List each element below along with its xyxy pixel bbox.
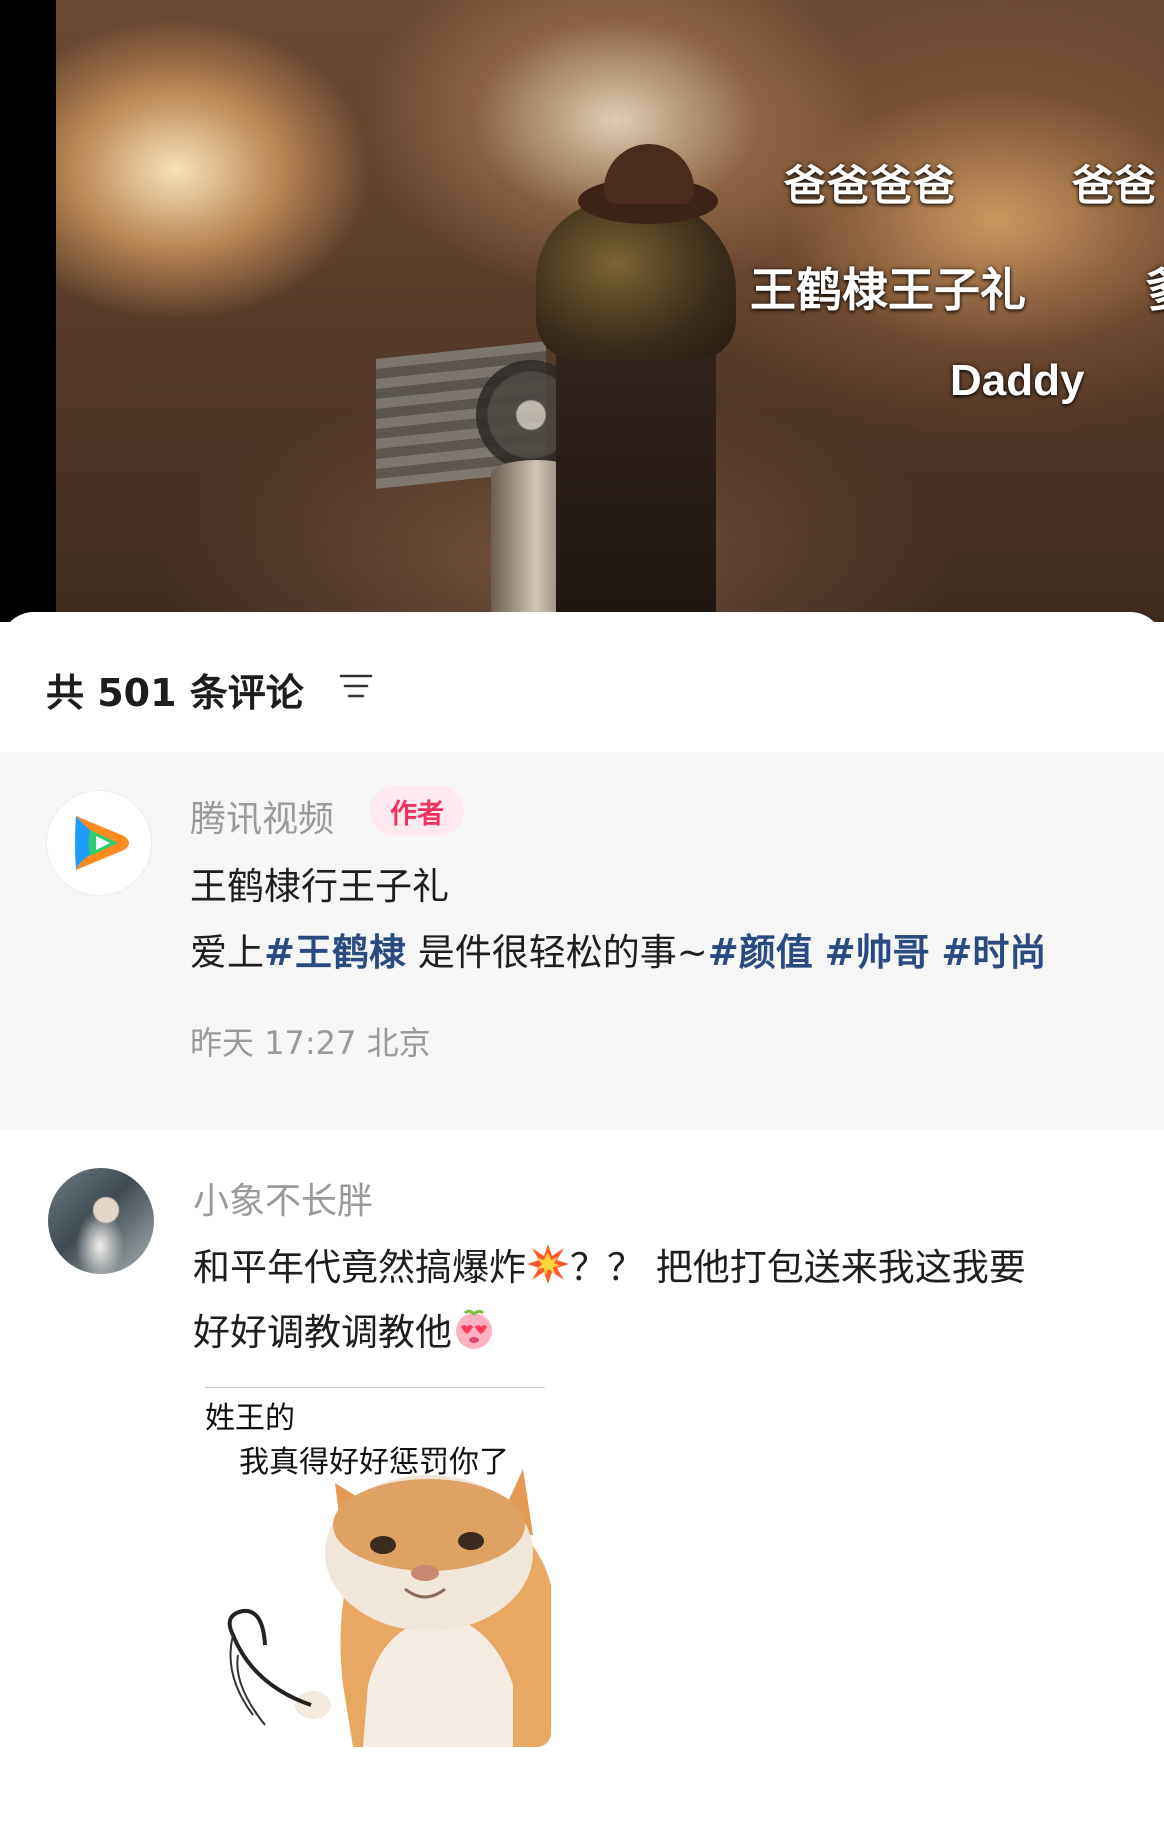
collision-emoji-icon xyxy=(527,1244,569,1284)
pinned-comment[interactable]: 腾讯视频 作者 王鹤棣行王子礼 爱上#王鹤棣 是件很轻松的事~#颜值 #帅哥 #… xyxy=(0,752,1164,1130)
comment-text: 好好调教调教他 xyxy=(193,1302,496,1356)
filter-icon[interactable] xyxy=(338,670,374,702)
comment-text: 爱上#王鹤棣 是件很轻松的事~#颜值 #帅哥 #时尚 xyxy=(190,922,1046,976)
cat-illustration-icon xyxy=(227,1469,551,1747)
comment-text-segment: ？？ 把他打包送来我这我要 xyxy=(570,1246,1026,1289)
comment-text: 王鹤棣行王子礼 xyxy=(190,865,449,908)
tencent-video-logo-icon xyxy=(75,816,129,870)
danmaku-text: 爸爸 xyxy=(1072,161,1157,210)
comment-text-segment: 好好调教调教他 xyxy=(193,1311,452,1354)
heart-eyes-emoji-icon xyxy=(456,1309,492,1349)
comment-time: 昨天 17:27 xyxy=(190,1024,357,1062)
hashtag-link[interactable]: #颜值 xyxy=(708,931,813,974)
comment-count: 共 501 条评论 xyxy=(46,671,304,715)
comment-text-segment: 爱上 xyxy=(190,931,264,974)
meme-image[interactable]: 姓王的 我真得好好惩罚你了 xyxy=(193,1385,551,1747)
video-player[interactable]: 爸爸爸爸 爸爸 王鹤棣王子礼 爹 Daddy xyxy=(0,0,1164,622)
danmaku-text: 爸爸爸爸 xyxy=(784,161,957,210)
hashtag-link[interactable]: #帅哥 xyxy=(825,931,930,974)
avatar[interactable] xyxy=(48,1168,154,1274)
danmaku-text: 爹 xyxy=(1146,254,1164,320)
comment-text: 和平年代竟然搞爆炸 ？？ 把他打包送来我这我要 xyxy=(193,1237,1026,1291)
username[interactable]: 小象不长胖 xyxy=(193,1172,373,1224)
comment-text-segment: 是件很轻松的事~ xyxy=(406,931,708,974)
danmaku-text: Daddy xyxy=(950,356,1085,405)
hashtag-link[interactable]: #王鹤棣 xyxy=(264,931,406,974)
username[interactable]: 腾讯视频 xyxy=(190,790,334,842)
comment-location: 北京 xyxy=(366,1024,431,1062)
comments-sheet: 共 501 条评论 腾讯视频 作者 王鹤棣行王子礼 爱上#王鹤棣 是件很轻松的事… xyxy=(0,612,1164,1839)
author-badge: 作者 xyxy=(370,786,464,836)
avatar[interactable] xyxy=(46,790,152,896)
comment-meta: 昨天 17:27 北京 xyxy=(190,1018,431,1064)
danmaku-text: 王鹤棣王子礼 xyxy=(750,263,1026,317)
comment-text-segment: 和平年代竟然搞爆炸 xyxy=(193,1246,526,1289)
scene-hat-crown xyxy=(604,144,694,204)
scene-figure-coat xyxy=(536,200,736,360)
hashtag-link[interactable]: #时尚 xyxy=(941,931,1046,974)
